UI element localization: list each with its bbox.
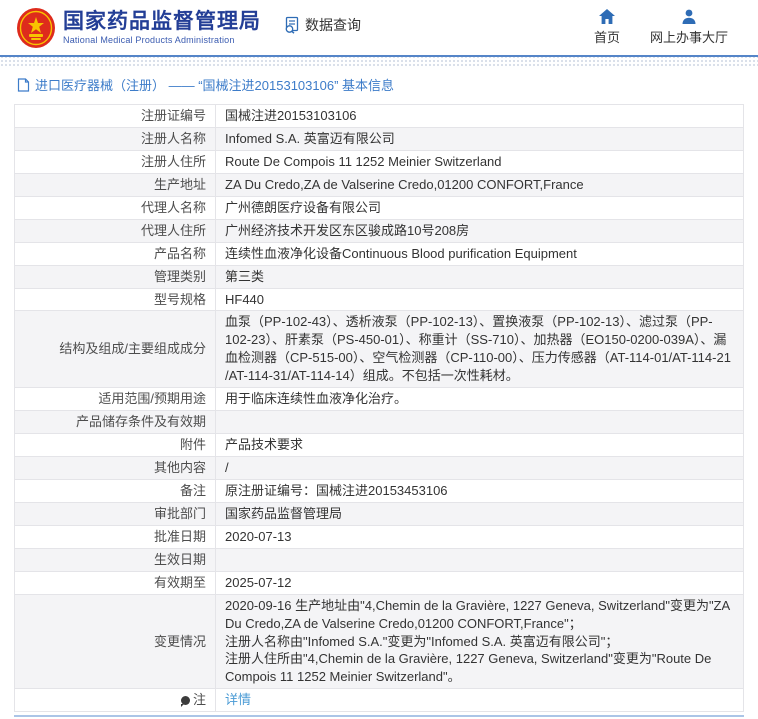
row-value: 国械注进20153103106 [225, 108, 357, 123]
site-header: 国家药品监督管理局 National Medical Products Admi… [0, 0, 758, 57]
row-label: 生产地址 [154, 177, 206, 192]
row-value: 连续性血液净化设备Continuous Blood purification E… [225, 246, 577, 261]
row-value: 国家药品监督管理局 [225, 506, 342, 521]
row-label: 注册人名称 [141, 131, 206, 146]
decorative-dotted-strip [0, 57, 758, 66]
table-row: 其他内容 / [15, 457, 744, 480]
nav-online-hall-label: 网上办事大厅 [650, 27, 728, 46]
note-balloon-icon [181, 696, 190, 705]
nav-home-label: 首页 [594, 27, 620, 46]
table-row: 备注 原注册证编号：国械注进20153453106 [15, 479, 744, 502]
breadcrumb: 进口医疗器械（注册） —— “国械注进20153103106” 基本信息 [0, 66, 758, 104]
header-right-nav: 首页 网上办事大厅 [594, 9, 742, 46]
info-table-body: 注册证编号 国械注进20153103106 注册人名称 Infomed S.A.… [15, 105, 744, 712]
table-row: 代理人名称 广州德朗医疗设备有限公司 [15, 196, 744, 219]
table-row: 结构及组成/主要组成成分 血泵（PP-102-43）、透析液泵（PP-102-1… [15, 311, 744, 388]
row-label: 审批部门 [154, 506, 206, 521]
table-row: 批准日期 2020-07-13 [15, 525, 744, 548]
row-value: ZA Du Credo,ZA de Valserine Credo,01200 … [225, 177, 584, 192]
row-label: 产品名称 [154, 246, 206, 261]
row-value: 第三类 [225, 269, 264, 284]
page: 国家药品监督管理局 National Medical Products Admi… [0, 0, 758, 719]
table-row: 注册人名称 Infomed S.A. 英富迈有限公司 [15, 127, 744, 150]
info-table: 注册证编号 国械注进20153103106 注册人名称 Infomed S.A.… [14, 104, 744, 712]
table-row: 附件 产品技术要求 [15, 434, 744, 457]
nav-home[interactable]: 首页 [594, 9, 620, 46]
detail-link[interactable]: 详情 [225, 692, 251, 707]
nav-data-query[interactable]: 数据查询 [283, 15, 361, 35]
row-label: 附件 [180, 437, 206, 452]
brand-text: 国家药品监督管理局 National Medical Products Admi… [63, 10, 261, 44]
row-label: 产品储存条件及有效期 [76, 414, 206, 429]
row-label: 其他内容 [154, 460, 206, 475]
table-row: 审批部门 国家药品监督管理局 [15, 502, 744, 525]
row-label: 适用范围/预期用途 [98, 391, 206, 406]
row-label: 批准日期 [154, 529, 206, 544]
table-row: 有效期至 2025-07-12 [15, 571, 744, 594]
row-label: 结构及组成/主要组成成分 [59, 341, 206, 356]
row-label: 代理人住所 [141, 223, 206, 238]
row-value: Route De Compois 11 1252 Meinier Switzer… [225, 154, 502, 169]
row-label: 有效期至 [154, 575, 206, 590]
footer-divider [14, 715, 744, 719]
data-query-icon [283, 16, 301, 34]
table-row: 生效日期 [15, 548, 744, 571]
row-value: 2020-09-16 生产地址由"4,Chemin de la Gravière… [225, 598, 729, 685]
table-row: 注 详情 [15, 689, 744, 712]
row-label: 型号规格 [154, 292, 206, 307]
table-row: 代理人住所 广州经济技术开发区东区骏成路10号208房 [15, 219, 744, 242]
row-label: 生效日期 [154, 552, 206, 567]
row-value: 广州经济技术开发区东区骏成路10号208房 [225, 223, 469, 238]
breadcrumb-text: 进口医疗器械（注册） —— “国械注进20153103106” 基本信息 [35, 75, 394, 94]
row-value: HF440 [225, 292, 264, 307]
row-value: 2025-07-12 [225, 575, 292, 590]
row-value: 原注册证编号：国械注进20153453106 [225, 483, 448, 498]
row-value: Infomed S.A. 英富迈有限公司 [225, 131, 395, 146]
row-label: 变更情况 [154, 634, 206, 649]
table-row: 生产地址 ZA Du Credo,ZA de Valserine Credo,0… [15, 173, 744, 196]
row-label: 备注 [180, 483, 206, 498]
row-value: 广州德朗医疗设备有限公司 [225, 200, 381, 215]
table-row: 型号规格 HF440 [15, 288, 744, 311]
user-icon [681, 9, 697, 24]
table-row: 管理类别 第三类 [15, 265, 744, 288]
row-value: 血泵（PP-102-43）、透析液泵（PP-102-13）、置换液泵（PP-10… [225, 314, 731, 383]
agency-name-en: National Medical Products Administration [63, 35, 261, 45]
document-icon [17, 78, 30, 92]
table-row: 产品储存条件及有效期 [15, 411, 744, 434]
national-emblem-logo [16, 7, 56, 49]
table-row: 适用范围/预期用途 用于临床连续性血液净化治疗。 [15, 388, 744, 411]
brand[interactable]: 国家药品监督管理局 National Medical Products Admi… [16, 7, 261, 49]
row-value: 产品技术要求 [225, 437, 303, 452]
row-label: 注 [193, 692, 206, 707]
table-row: 注册证编号 国械注进20153103106 [15, 105, 744, 128]
row-label: 注册人住所 [141, 154, 206, 169]
nav-online-hall[interactable]: 网上办事大厅 [650, 9, 728, 46]
row-value: 2020-07-13 [225, 529, 292, 544]
row-label: 注册证编号 [141, 108, 206, 123]
table-row: 产品名称 连续性血液净化设备Continuous Blood purificat… [15, 242, 744, 265]
table-row: 变更情况 2020-09-16 生产地址由"4,Chemin de la Gra… [15, 594, 744, 689]
row-label: 管理类别 [154, 269, 206, 284]
info-table-wrap: 注册证编号 国械注进20153103106 注册人名称 Infomed S.A.… [0, 104, 758, 719]
agency-name-zh: 国家药品监督管理局 [63, 10, 261, 34]
table-row: 注册人住所 Route De Compois 11 1252 Meinier S… [15, 150, 744, 173]
row-value: 用于临床连续性血液净化治疗。 [225, 391, 407, 406]
nav-data-query-label: 数据查询 [305, 15, 361, 35]
row-label: 代理人名称 [141, 200, 206, 215]
row-value: / [225, 460, 229, 475]
home-icon [599, 9, 615, 24]
